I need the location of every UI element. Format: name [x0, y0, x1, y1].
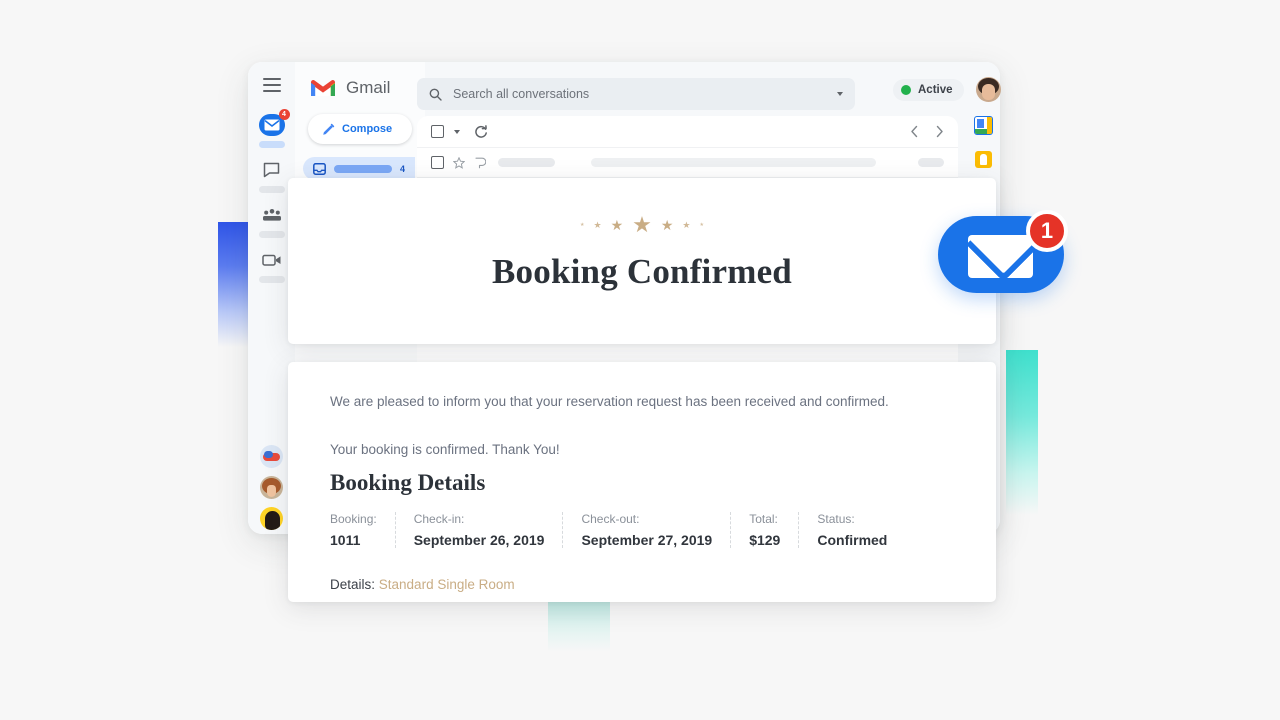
calendar-icon[interactable]: [973, 116, 993, 135]
chevron-down-icon[interactable]: [837, 92, 843, 96]
contact-avatar-1[interactable]: [260, 445, 283, 468]
detail-value: Confirmed: [817, 531, 888, 548]
mail-badge-count: 4: [278, 109, 290, 120]
search-placeholder: Search all conversations: [453, 87, 590, 101]
decorative-teal-gradient-bar: [1006, 350, 1038, 515]
toolbar-right-group: [910, 125, 944, 138]
search-icon: [429, 88, 442, 101]
details-footer: Details: Standard Single Room: [330, 577, 954, 592]
email-intro-text: We are pleased to inform you that your r…: [330, 394, 889, 409]
mail-glyph: [264, 119, 279, 131]
select-all-checkbox[interactable]: [431, 125, 444, 138]
envelope-icon: [968, 235, 1033, 278]
search-input[interactable]: Search all conversations: [417, 78, 855, 110]
important-marker-icon[interactable]: [474, 157, 486, 169]
detail-column-checkout: Check-out: September 27, 2019: [562, 511, 730, 548]
star-icon: ★: [682, 219, 691, 230]
inbox-icon: [313, 162, 326, 175]
gmail-brand: Gmail: [310, 78, 390, 98]
email-body-card: We are pleased to inform you that your r…: [288, 362, 996, 602]
chevron-right-icon[interactable]: [935, 125, 944, 138]
mail-icon: 4: [258, 109, 290, 136]
status-dot-icon: [901, 85, 911, 95]
rail-label-placeholder-spaces: [258, 231, 285, 238]
compose-label: Compose: [342, 123, 393, 135]
detail-value: September 27, 2019: [581, 531, 713, 548]
status-label: Active: [918, 84, 953, 96]
mail-icon-wrap: 4: [258, 109, 290, 136]
rail-label-placeholder-mail: [258, 141, 285, 148]
email-header-card: ★ ★ ★ ★ ★ ★ ★ Booking Confirmed: [288, 178, 996, 344]
row-checkbox[interactable]: [431, 156, 444, 169]
spaces-icon: [259, 204, 285, 226]
booking-details-heading: Booking Details: [330, 469, 486, 495]
chevron-left-icon[interactable]: [910, 125, 919, 138]
avatar[interactable]: [976, 77, 1001, 102]
toolbar-left-group: [431, 124, 488, 139]
pencil-icon: [323, 123, 335, 135]
detail-label: Check-out:: [581, 511, 640, 526]
detail-column-total: Total: $129: [730, 511, 798, 548]
time-placeholder: [918, 158, 944, 167]
stars-decoration: ★ ★ ★ ★ ★ ★ ★: [288, 178, 996, 236]
details-footer-value[interactable]: Standard Single Room: [379, 577, 515, 592]
detail-label: Booking:: [330, 511, 377, 526]
compose-button[interactable]: Compose: [308, 114, 412, 144]
sidebar-item-inbox[interactable]: 4: [303, 157, 415, 180]
decorative-teal-gradient-block: [548, 602, 610, 652]
star-icon: ★: [660, 217, 674, 233]
detail-label: Status:: [817, 511, 855, 526]
mail-toolbar: [417, 116, 958, 148]
detail-column-booking: Booking: 1011: [330, 512, 395, 548]
star-icon: ★: [632, 212, 652, 237]
star-icon: ★: [593, 219, 602, 230]
hamburger-icon[interactable]: [262, 78, 281, 92]
avatar-shape: [267, 485, 276, 497]
video-camera-icon: [259, 249, 285, 271]
booking-details-table: Booking: 1011 Check-in: September 26, 20…: [330, 511, 954, 548]
avatar-shape: [265, 511, 280, 530]
star-icon: ★: [699, 221, 704, 228]
detail-column-checkin: Check-in: September 26, 2019: [394, 511, 563, 548]
rail-item-mail[interactable]: 4: [248, 109, 295, 148]
star-icon: ★: [580, 221, 585, 228]
contact-avatar-3[interactable]: [260, 507, 283, 530]
detail-value: September 26, 2019: [413, 531, 545, 548]
email-thanks-text: Your booking is confirmed. Thank You!: [330, 441, 560, 457]
detail-label: Total:: [749, 511, 778, 526]
detail-column-status: Status: Confirmed: [798, 511, 905, 548]
keep-icon[interactable]: [974, 151, 992, 168]
subject-placeholder: [591, 158, 876, 167]
envelope-flap: [968, 235, 1033, 278]
detail-value: 1011: [330, 531, 361, 548]
inbox-label-placeholder: [334, 164, 392, 173]
spaces-glyph: [262, 209, 281, 221]
details-footer-label: Details:: [330, 576, 376, 592]
star-outline-icon[interactable]: [453, 156, 465, 169]
gmail-wordmark: Gmail: [346, 78, 391, 97]
detail-label: Check-in:: [413, 511, 465, 526]
detail-value: $129: [749, 531, 781, 548]
notification-envelope-badge[interactable]: 1: [938, 210, 1068, 293]
notification-count-badge: 1: [1026, 210, 1068, 252]
rail-label-placeholder-chat: [258, 186, 285, 193]
page-title: Booking Confirmed: [492, 252, 792, 291]
status-badge[interactable]: Active: [893, 79, 964, 101]
screenshot-root: 4 Compose 4 Search all conversations Gma…: [0, 0, 1280, 720]
contact-avatar-2[interactable]: [260, 476, 283, 499]
avatar-shape: [264, 451, 273, 458]
sender-placeholder: [498, 158, 555, 167]
decorative-blue-gradient-bar: [218, 222, 248, 347]
meet-glyph: [261, 254, 280, 266]
gmail-logo-icon: [311, 80, 335, 96]
star-icon: ★: [610, 217, 624, 233]
refresh-icon[interactable]: [474, 124, 488, 139]
mail-list-row[interactable]: [417, 148, 958, 178]
select-all-chevron-down-icon[interactable]: [454, 129, 460, 134]
inbox-count: 4: [400, 163, 406, 174]
chat-glyph: [263, 162, 280, 178]
avatar-shape: [982, 84, 995, 100]
rail-label-placeholder-meet: [258, 276, 285, 283]
chat-bubble-icon: [259, 159, 285, 181]
